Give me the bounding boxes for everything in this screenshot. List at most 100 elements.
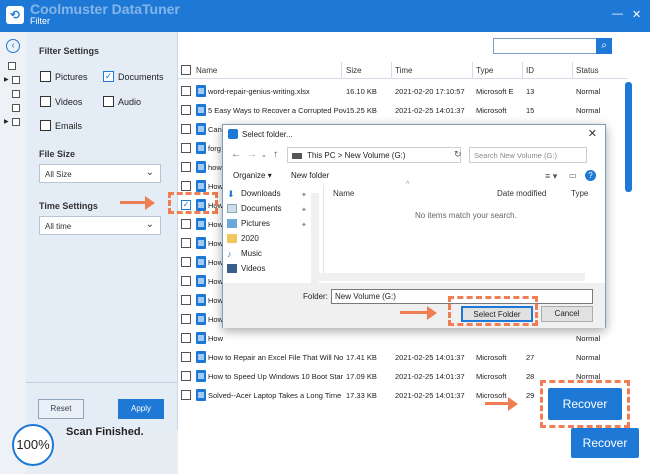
row-checkbox[interactable] <box>181 124 191 134</box>
breadcrumb-current[interactable]: New Volume (G:) <box>345 151 406 160</box>
tree-checkbox[interactable] <box>8 62 16 70</box>
col-id[interactable]: ID <box>526 66 534 75</box>
filter-settings-heading: Filter Settings <box>39 46 100 56</box>
documents-checkbox[interactable]: ✓ <box>103 71 114 82</box>
pane-icon[interactable]: ▭ <box>569 171 577 180</box>
dlg-col-name[interactable]: Name <box>333 189 354 198</box>
chevron-down-icon[interactable]: ⌄ <box>261 151 267 159</box>
file-size-select[interactable]: All Size ⌄ <box>39 164 161 183</box>
row-checkbox[interactable] <box>181 390 191 400</box>
nav-2020[interactable]: 2020 <box>227 234 259 243</box>
arrow-icon <box>485 402 509 405</box>
close-icon[interactable]: ✕ <box>632 8 641 21</box>
emails-label: Emails <box>55 121 83 131</box>
drive-icon <box>292 152 302 159</box>
row-checkbox[interactable] <box>181 105 191 115</box>
tree-checkbox[interactable] <box>12 104 20 112</box>
table-row[interactable]: How to Repair an Excel File That Will No… <box>178 348 628 367</box>
left-tree-strip: ‹ ▶ ▶ <box>0 32 26 474</box>
recover-button-callout[interactable]: Recover <box>548 388 622 420</box>
document-icon <box>227 204 237 213</box>
window-subtitle: Filter <box>30 16 50 26</box>
organize-menu[interactable]: Organize ▾ <box>233 171 272 180</box>
expand-icon[interactable]: ▶ <box>4 76 9 83</box>
col-name[interactable]: Name <box>196 66 217 75</box>
picture-icon <box>227 219 237 228</box>
col-type[interactable]: Type <box>476 66 493 75</box>
filter-panel: Filter Settings Pictures ✓ Documents Vid… <box>26 32 178 430</box>
back-icon[interactable]: ‹ <box>6 39 20 53</box>
tree-checkbox[interactable] <box>12 118 20 126</box>
up-arrow-icon[interactable]: ↑ <box>273 149 278 160</box>
row-checkbox[interactable] <box>181 352 191 362</box>
dialog-title: Select folder... <box>242 130 293 139</box>
col-size[interactable]: Size <box>346 66 362 75</box>
row-checkbox[interactable] <box>181 219 191 229</box>
breadcrumb-root[interactable]: This PC <box>307 151 335 160</box>
row-checkbox[interactable] <box>181 181 191 191</box>
row-checkbox[interactable] <box>181 276 191 286</box>
dialog-search-input[interactable]: Search New Volume (G:) <box>469 147 587 163</box>
nav-label: Music <box>241 249 262 258</box>
help-icon[interactable]: ? <box>585 170 596 181</box>
expand-icon[interactable]: ▶ <box>4 118 9 125</box>
close-icon[interactable]: ✕ <box>588 127 597 140</box>
nav-videos[interactable]: Videos <box>227 264 265 273</box>
refresh-icon[interactable]: ↻ <box>454 149 462 160</box>
word-file-icon <box>196 389 206 401</box>
forward-arrow-icon[interactable]: → <box>247 149 257 160</box>
back-arrow-icon[interactable]: ← <box>231 149 241 160</box>
table-row[interactable]: word-repair-genius-writing.xlsx 16.10 KB 2… <box>178 82 628 101</box>
cancel-button[interactable]: Cancel <box>541 306 593 322</box>
arrow-icon <box>400 311 428 314</box>
tree-checkbox[interactable] <box>12 90 20 98</box>
row-checkbox[interactable] <box>181 371 191 381</box>
recover-button[interactable]: Recover <box>571 428 639 458</box>
reset-button[interactable]: Reset <box>38 399 84 419</box>
nav-pictures[interactable]: Pictures <box>227 219 270 228</box>
nav-music[interactable]: ♪ Music <box>227 249 262 259</box>
audio-checkbox[interactable] <box>103 96 114 107</box>
word-file-icon <box>196 275 206 287</box>
videos-label: Videos <box>55 97 83 107</box>
time-select[interactable]: All time ⌄ <box>39 216 161 235</box>
row-checkbox[interactable] <box>181 86 191 96</box>
dlg-col-date[interactable]: Date modified <box>497 189 546 198</box>
address-bar[interactable]: This PC > New Volume (G:) <box>287 147 461 163</box>
pictures-checkbox[interactable] <box>40 71 51 82</box>
row-checkbox[interactable] <box>181 162 191 172</box>
cell-size: 17.09 KB <box>346 372 377 381</box>
search-icon[interactable]: ⌕ <box>596 38 612 54</box>
nav-scrollbar[interactable] <box>311 193 319 283</box>
tree-checkbox[interactable] <box>12 76 20 84</box>
row-checkbox[interactable] <box>181 314 191 324</box>
cell-time: 2021-02-25 14:01:37 <box>395 353 465 362</box>
horizontal-scrollbar[interactable] <box>319 273 585 281</box>
col-time[interactable]: Time <box>395 66 412 75</box>
row-checkbox[interactable] <box>181 333 191 343</box>
table-row[interactable]: How Normal <box>178 329 628 348</box>
empty-message: No items match your search. <box>415 211 517 220</box>
nav-downloads[interactable]: ⬇ Downloads <box>227 189 281 199</box>
table-row[interactable]: 5 Easy Ways to Recover a Corrupted Pov 15… <box>178 101 628 120</box>
videos-checkbox[interactable] <box>40 96 51 107</box>
apply-button[interactable]: Apply <box>118 399 164 419</box>
nav-documents[interactable]: Documents <box>227 204 281 213</box>
select-folder-highlight <box>448 296 538 326</box>
pin-icon: ✦ <box>301 207 307 214</box>
cell-name: How <box>208 334 224 343</box>
emails-checkbox[interactable] <box>40 120 51 131</box>
col-status[interactable]: Status <box>576 66 599 75</box>
new-folder-button[interactable]: New folder <box>291 171 329 180</box>
row-checkbox[interactable] <box>181 143 191 153</box>
row-checkbox[interactable] <box>181 257 191 267</box>
view-options-icon[interactable]: ≡ ▾ <box>545 171 557 182</box>
row-checkbox[interactable] <box>181 238 191 248</box>
dlg-col-type[interactable]: Type <box>571 189 588 198</box>
search-input[interactable] <box>493 38 597 54</box>
pin-icon: ✦ <box>301 222 307 229</box>
scrollbar[interactable] <box>625 82 632 192</box>
row-checkbox[interactable] <box>181 295 191 305</box>
minimize-icon[interactable]: — <box>612 8 623 20</box>
select-all-checkbox[interactable] <box>181 65 191 75</box>
